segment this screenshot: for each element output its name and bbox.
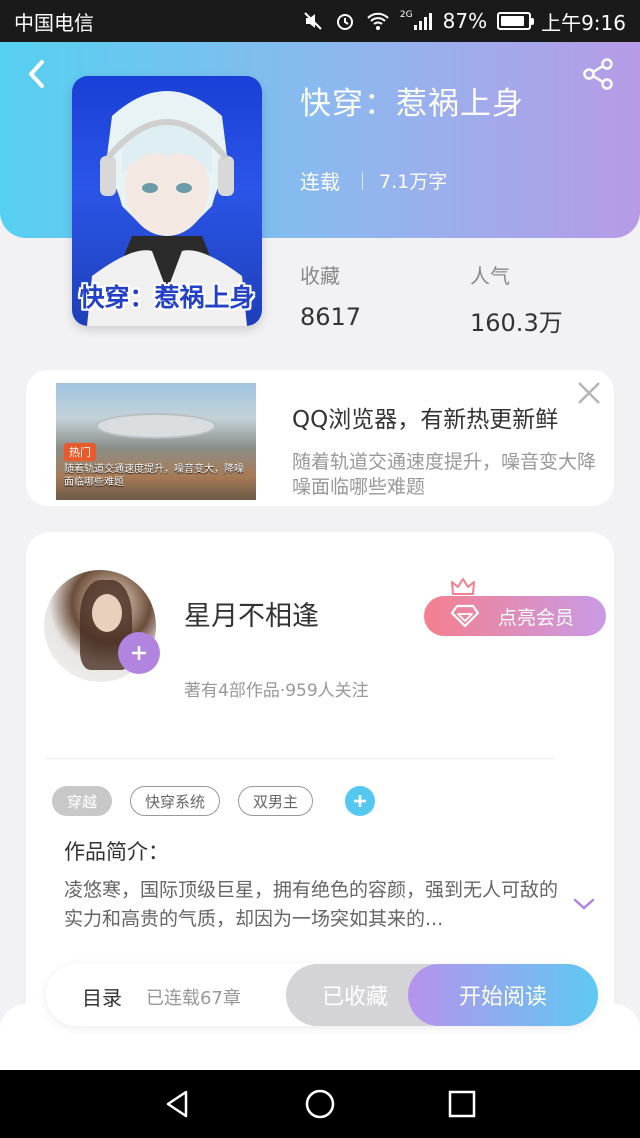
alarm-icon xyxy=(334,10,356,32)
action-bar: 目录 已连载67章 已收藏 开始阅读 xyxy=(46,964,598,1026)
battery-icon xyxy=(497,12,535,30)
status-bar: 中国电信 2G 87% 上午9:16 xyxy=(0,0,640,42)
stat-favorites: 收藏 8617 xyxy=(300,260,361,331)
intro-text: 凌悠寒，国际顶级巨星，拥有绝色的容颜，强到无人可敌的实力和高贵的气质，却因为一场… xyxy=(64,879,559,930)
ad-image-stadium xyxy=(96,413,216,439)
battery-fill xyxy=(501,16,524,26)
stat-value: 8617 xyxy=(300,303,362,331)
tag-list: 穿越 快穿系统 双男主 xyxy=(52,786,376,816)
share-icon xyxy=(583,58,613,90)
plus-icon xyxy=(354,795,367,807)
mute-icon xyxy=(302,10,324,32)
book-meta: 连载 7.1万字 xyxy=(300,166,447,195)
close-icon xyxy=(578,382,600,404)
author-name[interactable]: 星月不相逢 xyxy=(184,594,319,633)
carrier-label: 中国电信 xyxy=(14,10,94,35)
system-nav-bar xyxy=(0,1070,640,1138)
status-icons: 2G 87% 上午9:16 xyxy=(302,7,626,36)
tag-item[interactable]: 双男主 xyxy=(238,786,314,816)
tag-item[interactable]: 穿越 xyxy=(52,786,113,816)
circle-home-icon xyxy=(305,1089,335,1119)
nav-back-button[interactable] xyxy=(162,1088,194,1120)
wifi-icon xyxy=(366,10,390,32)
ad-close-button[interactable] xyxy=(574,378,604,408)
ad-card[interactable]: 热门 随着轨道交通速度提升，噪音变大，降噪面临哪些难题 QQ浏览器，有新热更新鲜… xyxy=(26,370,614,506)
clock: 上午9:16 xyxy=(541,10,626,35)
chevron-left-icon xyxy=(29,60,44,88)
share-button[interactable] xyxy=(580,56,616,92)
collected-label: 已收藏 xyxy=(321,985,388,1010)
triangle-back-icon xyxy=(166,1090,188,1118)
square-recents-icon xyxy=(448,1090,476,1118)
vip-button[interactable]: 点亮会员 xyxy=(424,596,606,636)
ad-image: 热门 随着轨道交通速度提升，噪音变大，降噪面临哪些难题 xyxy=(56,383,256,500)
stat-popularity: 人气 160.3万 xyxy=(470,260,563,338)
ad-description: 随着轨道交通速度提升，噪音变大降噪面临哪些难题 xyxy=(292,451,597,498)
chapter-count[interactable]: 已连载67章 xyxy=(146,984,241,1010)
book-status: 连载 xyxy=(300,170,340,194)
start-reading-button[interactable]: 开始阅读 xyxy=(408,964,598,1026)
add-tag-button[interactable] xyxy=(345,786,376,816)
network-type: 2G xyxy=(399,10,413,20)
ad-heading: QQ浏览器，有新热更新鲜 xyxy=(292,407,559,433)
stat-value: 160.3万 xyxy=(470,309,563,337)
tag-item[interactable]: 快穿系统 xyxy=(130,786,221,816)
nav-home-button[interactable] xyxy=(304,1088,336,1120)
crown-icon xyxy=(451,578,475,595)
ad-image-tag: 热门 xyxy=(64,443,96,461)
ad-image-caption: 随着轨道交通速度提升，噪音变大，降噪面临哪些难题 xyxy=(64,464,244,488)
intro-heading: 作品简介： xyxy=(64,840,169,864)
stat-label: 人气 xyxy=(470,264,510,288)
expand-intro-button[interactable] xyxy=(572,896,596,912)
battery-percent: 87% xyxy=(442,9,488,33)
plus-icon xyxy=(132,646,146,660)
meta-divider xyxy=(362,171,363,190)
back-button[interactable] xyxy=(20,56,56,92)
nav-recents-button[interactable] xyxy=(446,1088,478,1120)
word-count: 7.1万字 xyxy=(379,171,448,193)
start-reading-label: 开始阅读 xyxy=(458,985,547,1010)
signal-icon: 2G xyxy=(400,10,433,32)
diamond-icon xyxy=(450,604,480,628)
chevron-down-icon xyxy=(573,898,595,910)
follow-author-button[interactable] xyxy=(118,632,160,674)
stat-label: 收藏 xyxy=(300,264,340,288)
book-cover[interactable]: 快穿：惹祸上身 xyxy=(72,76,262,326)
divider xyxy=(46,758,554,759)
author-stats: 著有4部作品·959人关注 xyxy=(184,681,369,701)
toc-button[interactable]: 目录 xyxy=(82,982,122,1011)
avatar-face xyxy=(92,594,122,632)
book-title: 快穿：惹祸上身 xyxy=(300,86,524,122)
vip-label: 点亮会员 xyxy=(498,606,575,629)
cover-title: 快穿：惹祸上身 xyxy=(79,283,255,312)
